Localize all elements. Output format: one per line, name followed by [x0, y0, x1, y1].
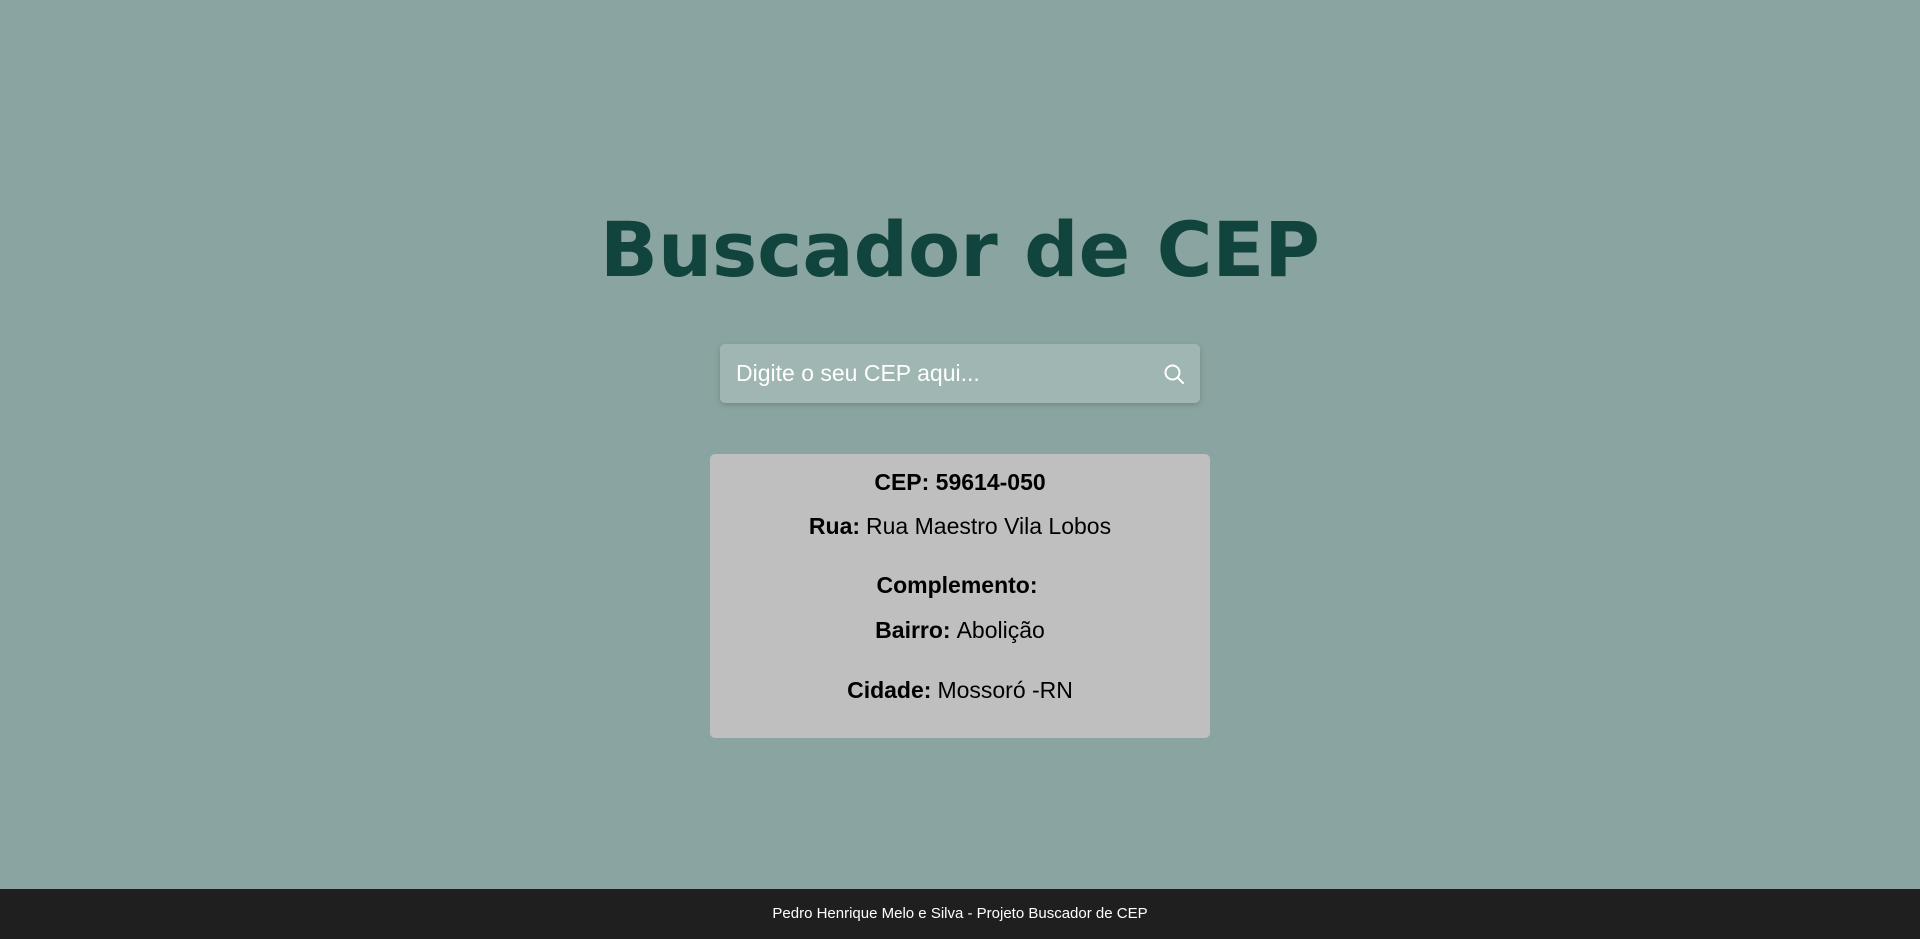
rua-label: Rua:: [808, 513, 861, 539]
page-footer: Pedro Henrique Melo e Silva - Projeto Bu…: [0, 889, 1920, 939]
complemento-label: Complemento:: [876, 572, 1038, 598]
footer-text: Pedro Henrique Melo e Silva - Projeto Bu…: [772, 905, 1148, 922]
bairro-label: Bairro:: [875, 617, 951, 643]
bairro-value: Abolição: [956, 617, 1045, 643]
search-bar: [720, 344, 1200, 403]
page-title: Buscador de CEP: [600, 205, 1320, 294]
cep-value: 59614-050: [935, 469, 1046, 495]
cidade-row: Cidade: Mossoró -RN: [710, 675, 1210, 705]
rua-value: Rua Maestro Vila Lobos: [866, 513, 1112, 539]
search-icon: [1164, 364, 1184, 384]
cidade-value: Mossoró -RN: [937, 677, 1073, 703]
cep-search-input[interactable]: [720, 344, 1140, 403]
cidade-label: Cidade:: [847, 677, 932, 703]
bairro-row: Bairro: Abolição: [710, 615, 1210, 645]
complemento-row: Complemento:: [710, 570, 1210, 600]
cep-label: CEP:: [874, 469, 930, 495]
rua-row: Rua: Rua Maestro Vila Lobos: [710, 511, 1210, 541]
cep-result-card: CEP: 59614-050 Rua: Rua Maestro Vila Lobo…: [710, 454, 1210, 738]
search-button[interactable]: [1156, 356, 1192, 392]
cep-row: CEP: 59614-050: [710, 467, 1210, 497]
